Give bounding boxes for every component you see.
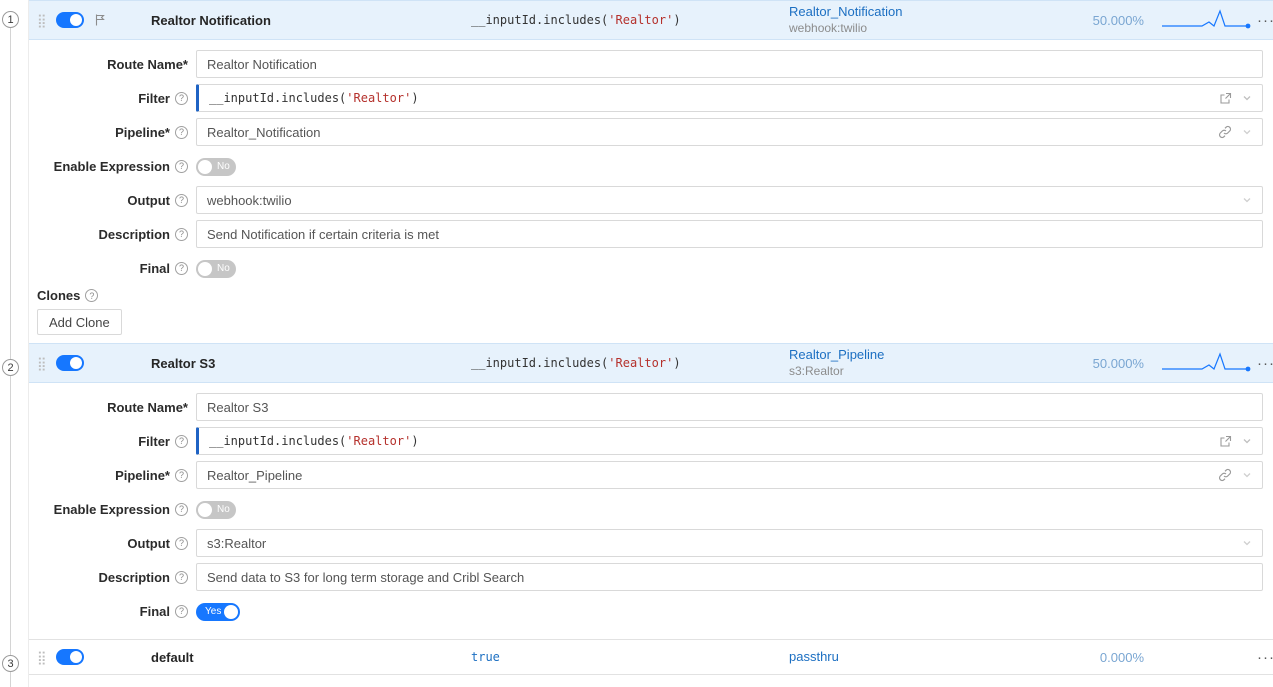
route-name-label: Route Name* (29, 57, 196, 72)
route-form-realtor-s3: Route Name* Filter? __inputId.includes('… (29, 383, 1273, 639)
help-icon: ? (175, 571, 188, 584)
help-icon: ? (175, 469, 188, 482)
pipeline-label: Pipeline*? (29, 468, 196, 483)
chevron-down-icon[interactable] (1242, 470, 1252, 480)
drag-handle-icon[interactable]: ⣿ (37, 651, 47, 664)
help-icon: ? (175, 262, 188, 275)
help-icon: ? (175, 605, 188, 618)
route-pipeline-output: Realtor_Pipeline s3:Realtor (774, 347, 1084, 379)
more-menu-icon[interactable]: ··· (1257, 12, 1273, 29)
route-form-realtor-notification: Route Name* Filter? __inputId.includes('… (29, 40, 1273, 343)
enable-expression-toggle[interactable]: No (196, 158, 236, 176)
filter-expression-input[interactable]: __inputId.includes('Realtor') (196, 84, 1263, 112)
route-row-realtor-notification[interactable]: ⣿ Realtor Notification __inputId.include… (29, 0, 1273, 40)
chevron-down-icon[interactable] (1242, 436, 1252, 446)
help-icon: ? (175, 537, 188, 550)
description-label: Description? (29, 227, 196, 242)
help-icon: ? (175, 160, 188, 173)
help-icon: ? (175, 435, 188, 448)
route-sparkline (1144, 7, 1257, 33)
pipeline-select[interactable]: Realtor_Notification (196, 118, 1263, 146)
filter-label: Filter? (29, 91, 196, 106)
route-name-label: Route Name* (29, 400, 196, 415)
help-icon: ? (85, 289, 98, 302)
route-number-badge: 2 (2, 359, 19, 376)
route-enabled-toggle[interactable] (56, 12, 84, 28)
route-connector-line (10, 16, 11, 687)
drag-handle-icon[interactable]: ⣿ (37, 357, 47, 370)
help-icon: ? (175, 126, 188, 139)
route-percent: 50.000% (1084, 356, 1144, 371)
route-pipeline-output: Realtor_Notification webhook:twilio (774, 4, 1084, 36)
route-filter-expression: true (459, 650, 774, 664)
expand-editor-icon[interactable] (1219, 92, 1232, 105)
description-label: Description? (29, 570, 196, 585)
route-enabled-toggle[interactable] (56, 355, 84, 371)
output-label: Output? (29, 193, 196, 208)
route-pipeline-output: passthru (774, 649, 1084, 666)
flag-icon (93, 13, 107, 27)
route-filter-expression: __inputId.includes('Realtor') (459, 13, 774, 27)
chevron-down-icon[interactable] (1242, 93, 1252, 103)
route-percent: 0.000% (1084, 650, 1144, 665)
route-number-badge: 1 (2, 11, 19, 28)
chevron-down-icon[interactable] (1242, 538, 1252, 548)
route-lead: ⣿ (29, 355, 151, 371)
help-icon: ? (175, 503, 188, 516)
final-label: Final? (29, 261, 196, 276)
pipeline-link[interactable]: Realtor_Pipeline (789, 347, 1084, 364)
pipeline-select[interactable]: Realtor_Pipeline (196, 461, 1263, 489)
add-clone-button[interactable]: Add Clone (37, 309, 122, 335)
final-toggle[interactable]: No (196, 260, 236, 278)
route-name: default (151, 650, 459, 665)
final-toggle[interactable]: Yes (196, 603, 240, 621)
route-lead: ⣿ (29, 649, 151, 665)
link-icon[interactable] (1218, 125, 1232, 139)
more-menu-icon[interactable]: ··· (1257, 649, 1273, 666)
output-select[interactable]: s3:Realtor (196, 529, 1263, 557)
description-input[interactable] (196, 563, 1263, 591)
enable-expression-toggle[interactable]: No (196, 501, 236, 519)
filter-label: Filter? (29, 434, 196, 449)
final-label: Final? (29, 604, 196, 619)
route-row-realtor-s3[interactable]: ⣿ Realtor S3 __inputId.includes('Realtor… (29, 343, 1273, 383)
chevron-down-icon[interactable] (1242, 127, 1252, 137)
route-enabled-toggle[interactable] (56, 649, 84, 665)
description-input[interactable] (196, 220, 1263, 248)
route-number-badge: 3 (2, 655, 19, 672)
route-lead: ⣿ (29, 12, 151, 28)
route-name: Realtor Notification (151, 13, 459, 28)
expand-editor-icon[interactable] (1219, 435, 1232, 448)
output-label: Output? (29, 536, 196, 551)
chevron-down-icon[interactable] (1242, 195, 1252, 205)
drag-handle-icon[interactable]: ⣿ (37, 14, 47, 27)
clones-label: Clones? (37, 288, 1263, 303)
route-name: Realtor S3 (151, 356, 459, 371)
more-menu-icon[interactable]: ··· (1257, 355, 1273, 372)
output-label: s3:Realtor (789, 364, 1084, 380)
routes-list: ⣿ Realtor Notification __inputId.include… (28, 0, 1273, 687)
pipeline-link[interactable]: passthru (789, 649, 1084, 666)
enable-expression-label: Enable Expression? (29, 159, 196, 174)
output-label: webhook:twilio (789, 21, 1084, 37)
pipeline-label: Pipeline*? (29, 125, 196, 140)
filter-expression-input[interactable]: __inputId.includes('Realtor') (196, 427, 1263, 455)
route-filter-expression: __inputId.includes('Realtor') (459, 356, 774, 370)
route-name-input[interactable] (196, 50, 1263, 78)
help-icon: ? (175, 92, 188, 105)
route-sparkline (1144, 350, 1257, 376)
pipeline-link[interactable]: Realtor_Notification (789, 4, 1084, 21)
help-icon: ? (175, 228, 188, 241)
route-row-default[interactable]: ⣿ default true passthru 0.000% ··· (29, 639, 1273, 675)
route-name-input[interactable] (196, 393, 1263, 421)
enable-expression-label: Enable Expression? (29, 502, 196, 517)
link-icon[interactable] (1218, 468, 1232, 482)
output-select[interactable]: webhook:twilio (196, 186, 1263, 214)
help-icon: ? (175, 194, 188, 207)
route-percent: 50.000% (1084, 13, 1144, 28)
